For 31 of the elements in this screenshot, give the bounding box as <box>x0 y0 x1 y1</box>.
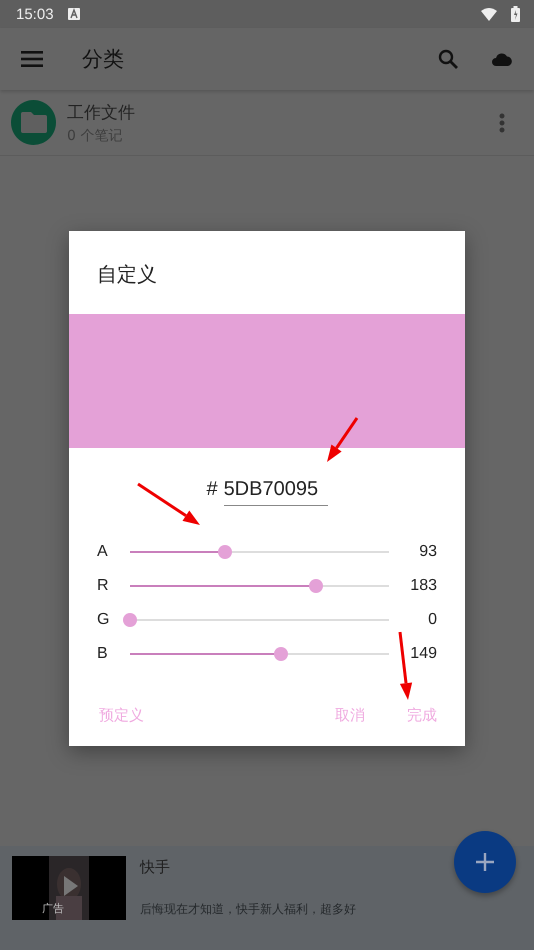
dialog-button[interactable]: 预定义 <box>89 702 154 729</box>
dialog-button[interactable]: 完成 <box>397 702 447 729</box>
hex-input[interactable]: 5DB70095 <box>224 478 328 506</box>
battery-icon <box>511 6 520 22</box>
ad-text: 后悔现在才知道，快手新人福利，超多好 <box>140 901 356 918</box>
folder-icon <box>11 100 56 145</box>
status-time: 15:03 <box>16 6 54 22</box>
channel-label: B <box>97 644 109 662</box>
slider-thumb[interactable] <box>274 646 288 660</box>
channel-label: G <box>97 610 110 628</box>
slider-thumb[interactable] <box>123 612 137 626</box>
ad-label: 广告 <box>42 901 64 916</box>
channel-value: 0 <box>427 610 437 628</box>
channel-value: 149 <box>409 644 437 662</box>
category-name: 工作文件 <box>67 102 135 124</box>
channel-value: 183 <box>409 576 437 594</box>
cloud-icon <box>492 52 512 66</box>
slider-thumb[interactable] <box>308 578 323 592</box>
channel-label: A <box>97 542 109 560</box>
dialog-button[interactable]: 取消 <box>325 702 375 729</box>
more-icon <box>499 112 505 132</box>
plus-icon <box>476 853 494 871</box>
wifi-icon <box>481 8 497 20</box>
slider-thumb[interactable] <box>218 544 232 558</box>
hex-prefix: # <box>206 478 218 501</box>
notification-icon <box>68 8 80 20</box>
ad-title: 快手 <box>140 858 171 877</box>
app-title: 分类 <box>82 46 124 73</box>
channel-value: 93 <box>418 542 437 560</box>
dialog-title: 自定义 <box>96 261 158 288</box>
channel-label: R <box>97 576 110 594</box>
